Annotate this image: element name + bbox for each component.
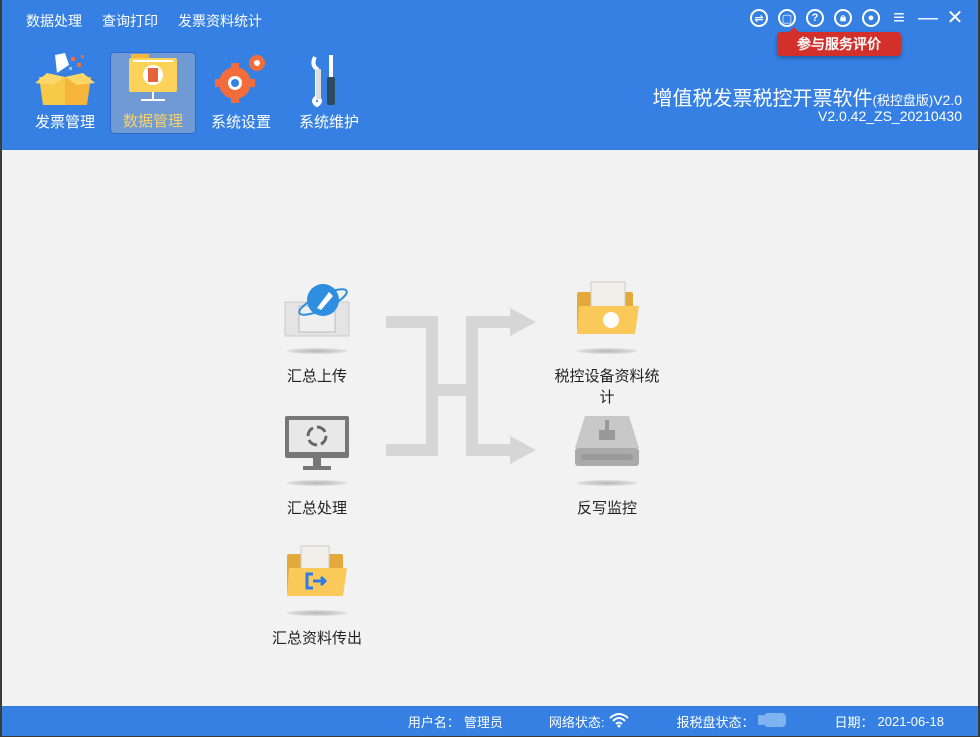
- service-rating-tooltip[interactable]: 参与服务评价: [777, 27, 901, 56]
- app-title: 增值税发票税控开票软件(税控盘版)V2.0: [653, 82, 962, 111]
- app-title-main: 增值税发票税控开票软件: [652, 88, 873, 110]
- menu-icon[interactable]: ≡: [890, 8, 908, 28]
- tool-label: 发票管理: [34, 114, 95, 131]
- gears-icon: [209, 51, 273, 109]
- invoice-box-icon: [33, 51, 97, 109]
- flow-connectors: [386, 308, 536, 464]
- status-bar: 用户名： 管理员 网络状态: 报税盘状态： 日期： 2021-06-18: [2, 706, 978, 736]
- feedback-icon[interactable]: ▢: [778, 9, 796, 27]
- top-menu: 数据处理 查询打印 发票资料统计: [26, 11, 262, 31]
- node-summary-upload[interactable]: 汇总上传: [257, 280, 377, 387]
- icon-shadow: [287, 610, 347, 616]
- app-version: V2.0.42_ZS_20210430: [817, 108, 962, 124]
- node-label: 反写监控: [576, 500, 637, 517]
- tool-invoice-management[interactable]: 发票管理: [22, 52, 108, 134]
- node-label: 汇总上传: [286, 368, 347, 385]
- help-icon[interactable]: ?: [806, 9, 824, 27]
- app-window: 数据处理 查询打印 发票资料统计 发票管理 数据管理 系统设置 系统维护 ⇌ ▢…: [1, 0, 979, 736]
- app-title-edition: (税控盘版): [872, 93, 934, 108]
- network-label: 网络状态:: [548, 714, 605, 730]
- minimize-icon[interactable]: —: [918, 8, 938, 28]
- window-controls: ⇌ ▢ ? 🔒︎ ● ≡ — ✕: [750, 8, 964, 28]
- status-tax-disk: 报税盘状态：: [676, 712, 792, 731]
- date-label: 日期：: [834, 714, 874, 730]
- folder-export-icon: [277, 542, 357, 608]
- tool-label: 系统维护: [298, 114, 359, 131]
- arrow-bottom: [510, 436, 536, 464]
- wifi-icon: [608, 712, 630, 731]
- upload-globe-pen-icon: [277, 280, 357, 346]
- user-value: 管理员: [463, 714, 503, 730]
- node-summary-export[interactable]: 汇总资料传出: [257, 542, 377, 649]
- tool-data-management[interactable]: 数据管理: [110, 52, 196, 134]
- drive-brush-icon: [567, 412, 647, 478]
- app-title-ver: V2.0: [933, 92, 962, 108]
- icon-shadow: [287, 480, 347, 486]
- user-label: 用户名：: [407, 714, 460, 730]
- icon-shadow: [577, 480, 637, 486]
- data-folder-icon: [121, 50, 185, 108]
- close-icon[interactable]: ✕: [946, 8, 964, 28]
- date-value: 2021-06-18: [877, 713, 945, 729]
- node-label: 税控设备资料统计: [554, 368, 660, 406]
- header: 数据处理 查询打印 发票资料统计 发票管理 数据管理 系统设置 系统维护 ⇌ ▢…: [2, 0, 978, 150]
- monitor-refresh-icon: [277, 412, 357, 478]
- menu-invoice-statistics[interactable]: 发票资料统计: [178, 11, 262, 31]
- connector-upload: [386, 316, 438, 456]
- menu-data-processing[interactable]: 数据处理: [26, 11, 82, 31]
- menu-query-print[interactable]: 查询打印: [102, 11, 158, 31]
- tool-label: 数据管理: [122, 113, 183, 130]
- icon-shadow: [287, 348, 347, 354]
- folder-chart-icon: [567, 280, 647, 346]
- status-date: 日期： 2021-06-18: [834, 712, 948, 731]
- tool-system-settings[interactable]: 系统设置: [198, 52, 284, 134]
- node-device-statistics[interactable]: 税控设备资料统计: [547, 280, 667, 408]
- connector-outputs: [466, 316, 512, 456]
- status-network: 网络状态:: [549, 712, 635, 731]
- node-label: 汇总处理: [286, 500, 347, 517]
- node-summary-processing[interactable]: 汇总处理: [257, 412, 377, 519]
- tools-icon: [297, 51, 361, 109]
- node-label: 汇总资料传出: [271, 630, 362, 647]
- tool-label: 系统设置: [210, 114, 271, 131]
- node-writeback-monitor[interactable]: 反写监控: [547, 412, 667, 519]
- lock-icon[interactable]: 🔒︎: [834, 9, 852, 27]
- user-icon[interactable]: ●: [862, 9, 880, 27]
- status-user: 用户名： 管理员: [408, 712, 507, 731]
- arrow-top: [510, 308, 536, 336]
- data-flow-panel: 汇总上传 汇总处理 汇总资料传出 税控设备资料统计 反写监控: [2, 150, 978, 706]
- usb-disk-icon: [758, 712, 788, 730]
- tool-system-maintenance[interactable]: 系统维护: [286, 52, 372, 134]
- switch-icon[interactable]: ⇌: [750, 9, 768, 27]
- icon-shadow: [577, 348, 637, 354]
- disk-label: 报税盘状态：: [676, 714, 755, 730]
- main-toolbar: 发票管理 数据管理 系统设置 系统维护: [22, 52, 374, 134]
